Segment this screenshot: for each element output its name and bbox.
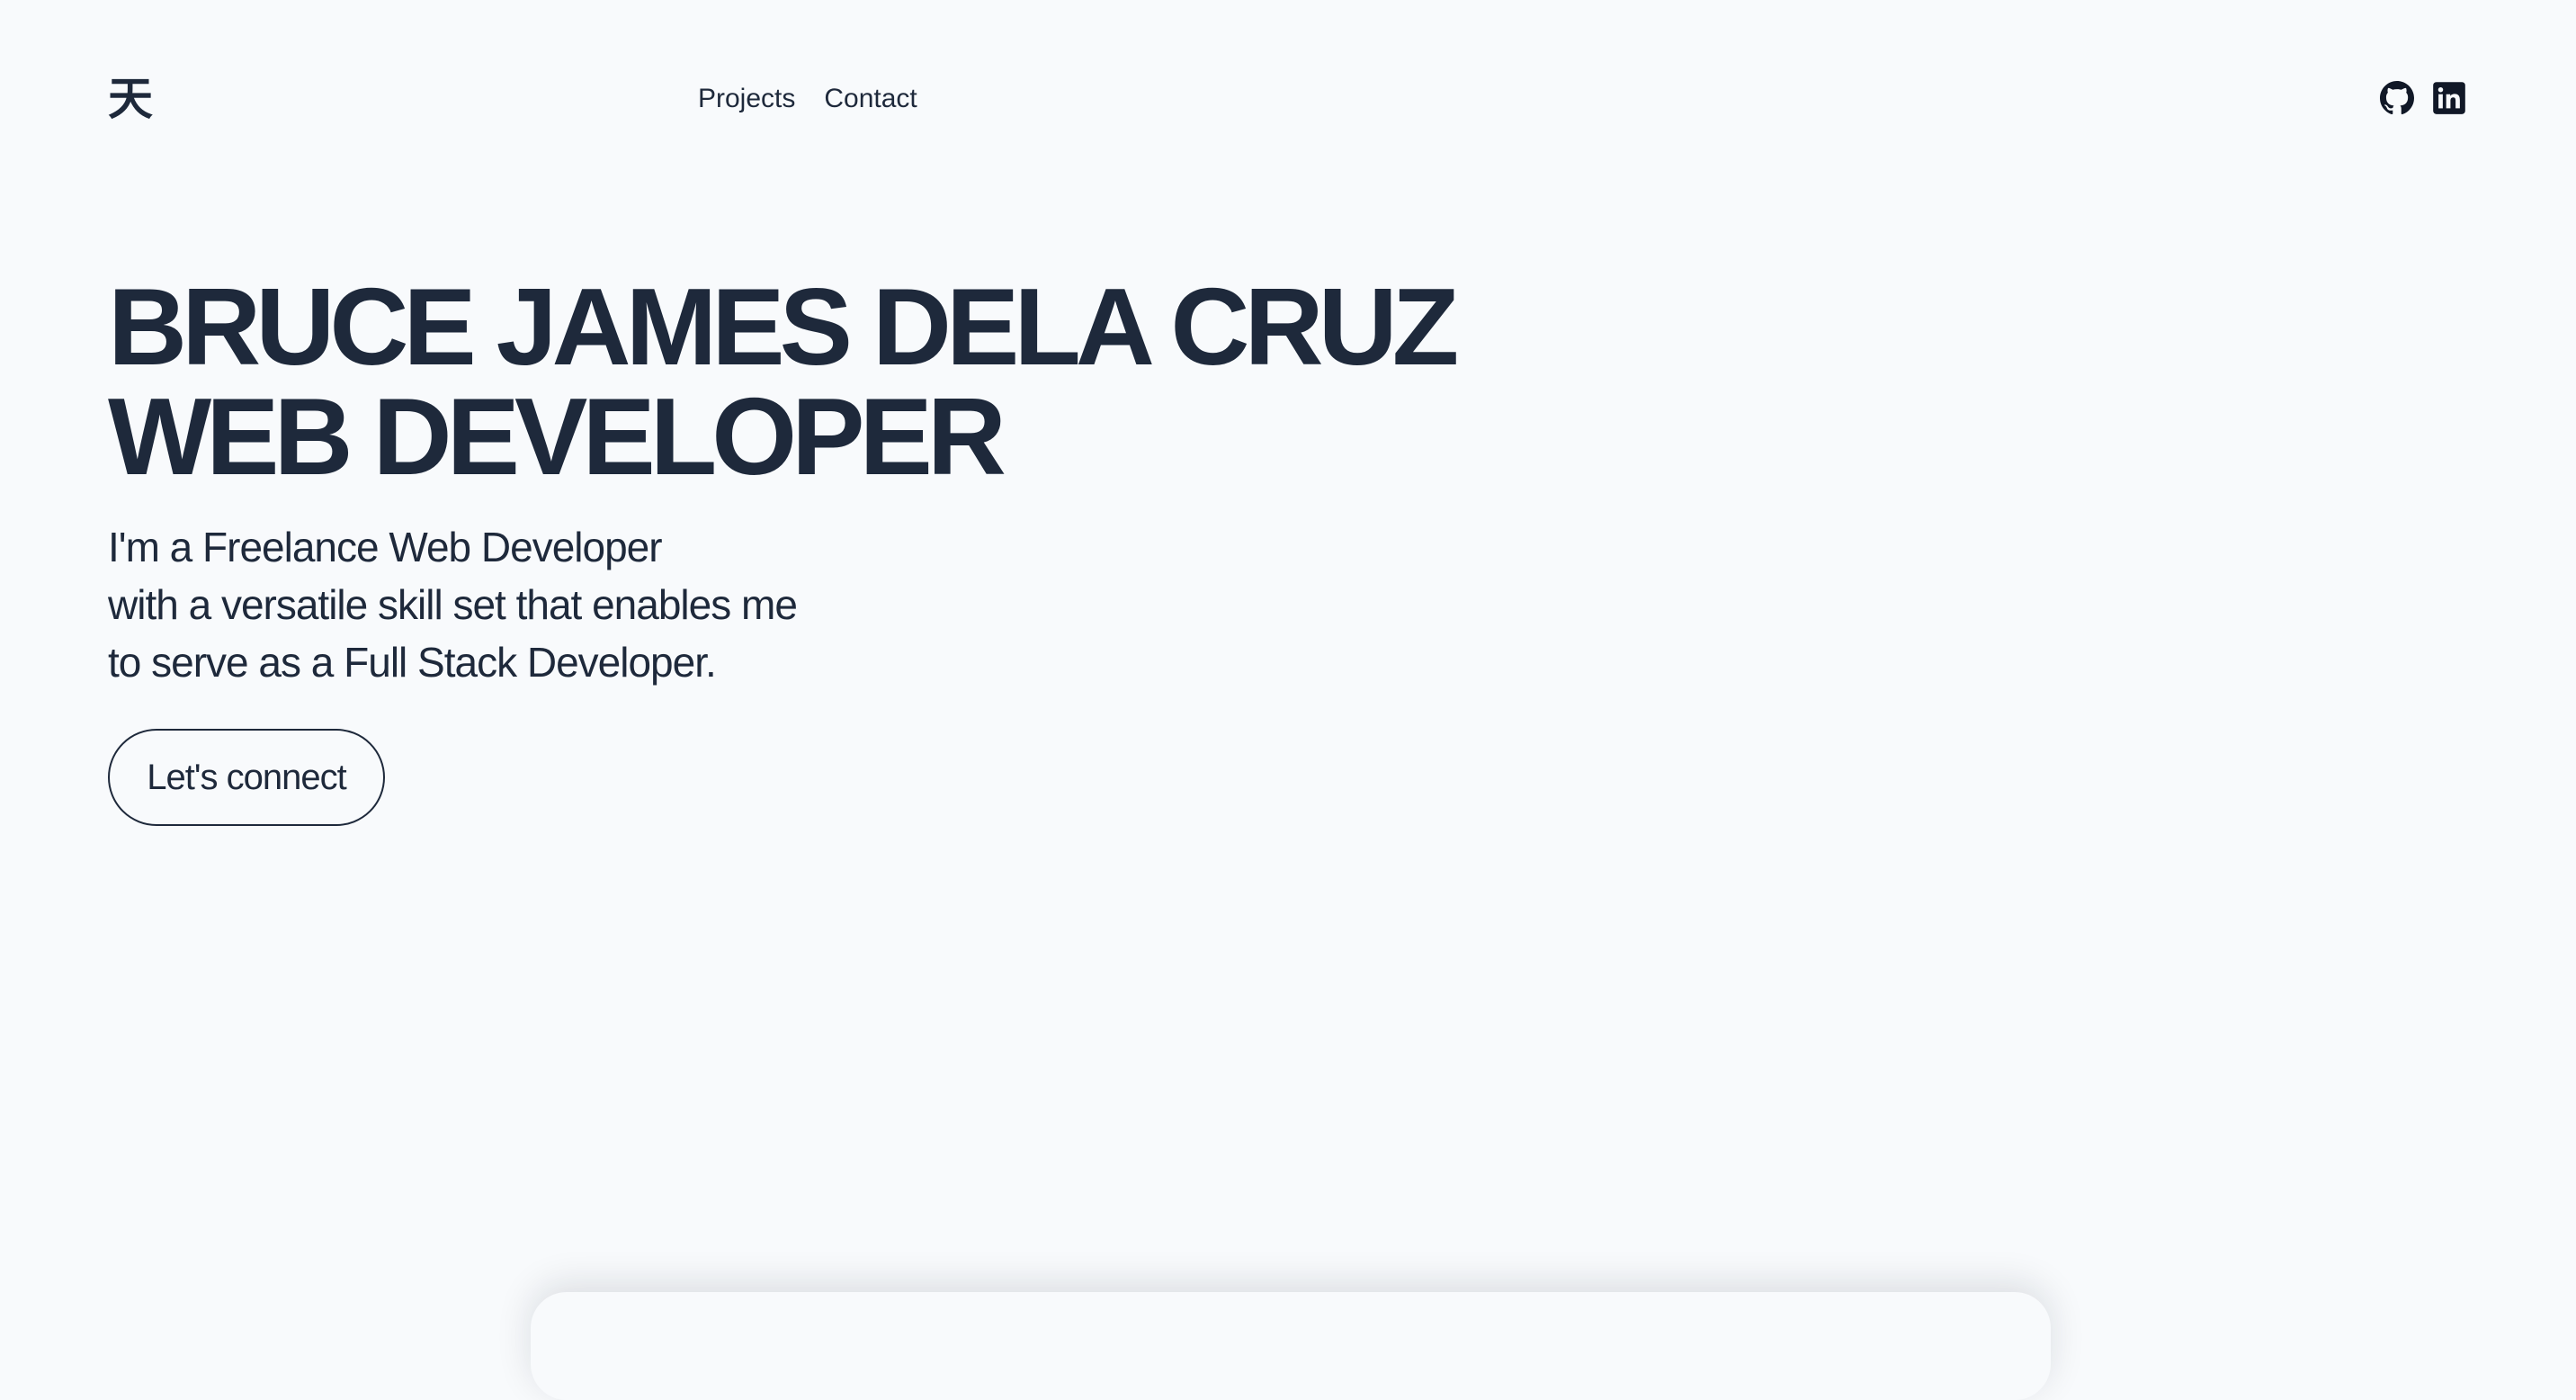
nav-link-contact[interactable]: Contact bbox=[824, 79, 917, 119]
nav-link-projects[interactable]: Projects bbox=[698, 79, 795, 119]
linkedin-link[interactable] bbox=[2432, 81, 2466, 115]
projects-preview-card bbox=[531, 1292, 2051, 1400]
main-nav: Projects Contact bbox=[698, 79, 917, 119]
linkedin-icon bbox=[2433, 82, 2465, 114]
lets-connect-button[interactable]: Let's connect bbox=[108, 729, 385, 826]
hero-section: BRUCE JAMES DELA CRUZ WEB DEVELOPER I'm … bbox=[108, 265, 1459, 826]
hero-name: BRUCE JAMES DELA CRUZ bbox=[108, 265, 1459, 388]
hero-description: I'm a Freelance Web Developer with a ver… bbox=[108, 518, 1453, 691]
hero-role: WEB DEVELOPER bbox=[108, 375, 1006, 498]
site-logo[interactable]: 天 bbox=[108, 74, 153, 124]
github-link[interactable] bbox=[2380, 81, 2414, 115]
site-header: 天 Projects Contact bbox=[0, 0, 2576, 198]
hero-title: BRUCE JAMES DELA CRUZ WEB DEVELOPER bbox=[108, 265, 1459, 498]
hero-description-line: to serve as a Full Stack Developer. bbox=[108, 639, 717, 686]
hero-description-line: with a versatile skill set that enables … bbox=[108, 581, 798, 628]
github-icon bbox=[2380, 81, 2414, 115]
social-links bbox=[2380, 81, 2466, 115]
hero-description-line: I'm a Freelance Web Developer bbox=[108, 524, 663, 570]
